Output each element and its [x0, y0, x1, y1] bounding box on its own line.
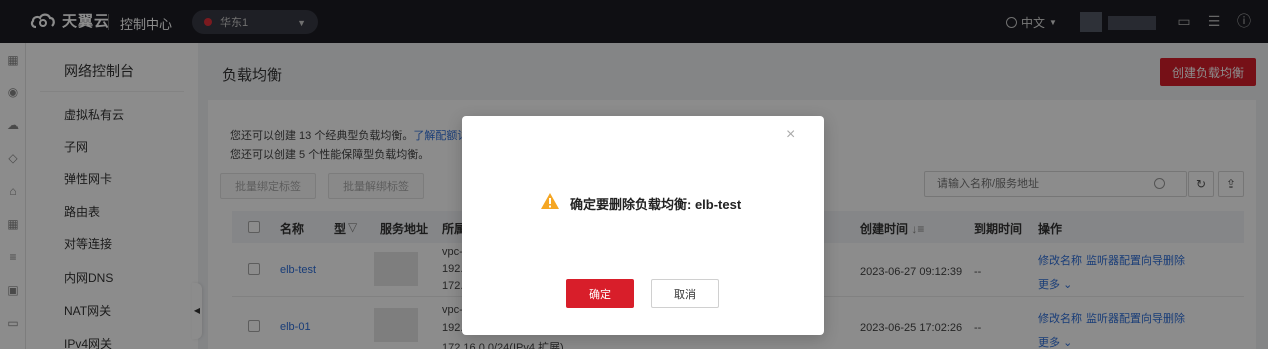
confirm-message: 确定要删除负载均衡: elb-test — [570, 197, 742, 212]
warning-icon — [541, 193, 559, 209]
cancel-button[interactable]: 取消 — [651, 279, 719, 308]
confirm-button[interactable]: 确定 — [566, 279, 634, 308]
close-icon[interactable]: × — [786, 126, 795, 144]
delete-confirm-dialog: × 确定要删除负载均衡: elb-test 确定 取消 — [462, 116, 824, 335]
